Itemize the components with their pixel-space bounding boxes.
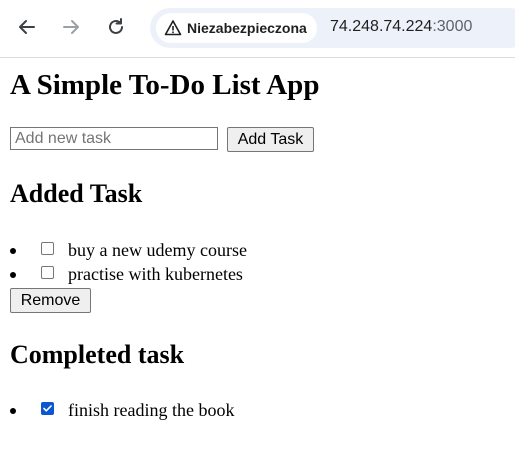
reload-icon (109, 18, 123, 34)
task-checkbox-checked[interactable] (41, 402, 54, 415)
forward-button[interactable] (58, 14, 84, 40)
back-arrow-icon (19, 20, 35, 34)
task-label: finish reading the book (68, 400, 235, 420)
task-label: practise with kubernetes (68, 264, 243, 284)
warning-icon (164, 20, 182, 36)
back-button[interactable] (14, 14, 40, 40)
bullet-icon (10, 408, 16, 414)
security-label: Niezabezpieczona (187, 20, 307, 36)
added-task-heading: Added Task (10, 179, 143, 208)
task-checkbox[interactable] (41, 266, 54, 279)
bullet-icon (10, 272, 16, 278)
new-task-input[interactable] (10, 127, 218, 150)
completed-task-heading: Completed task (10, 340, 185, 369)
task-label: buy a new udemy course (68, 240, 247, 260)
security-chip[interactable]: Niezabezpieczona (156, 13, 317, 43)
forward-arrow-icon (63, 20, 79, 34)
url-host: 74.248.74.224 (330, 18, 433, 35)
page-title: A Simple To-Do List App (10, 69, 320, 101)
bullet-icon (10, 248, 16, 254)
add-task-button[interactable]: Add Task (227, 127, 314, 152)
reload-button[interactable] (103, 14, 129, 40)
url-port: :3000 (432, 18, 473, 35)
url-text[interactable]: 74.248.74.224:3000 (330, 18, 472, 36)
remove-button[interactable]: Remove (10, 288, 91, 313)
browser-toolbar: Niezabezpieczona 74.248.74.224:3000 (0, 0, 515, 58)
checkmark-icon (43, 405, 52, 412)
address-bar[interactable]: Niezabezpieczona 74.248.74.224:3000 (150, 8, 515, 48)
task-checkbox[interactable] (41, 242, 54, 255)
